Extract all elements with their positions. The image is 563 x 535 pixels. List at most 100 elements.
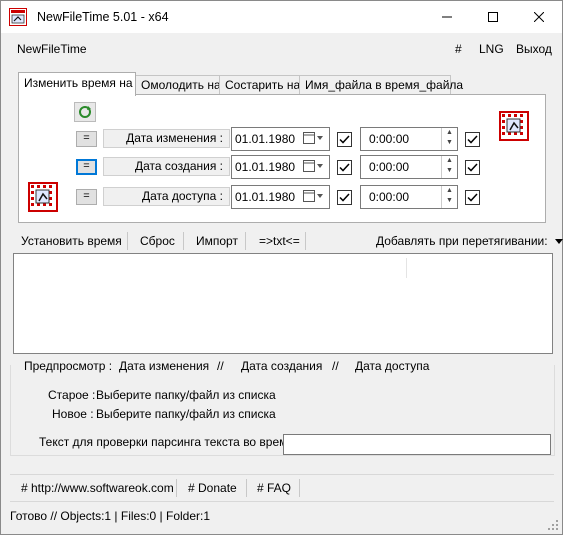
- parse-label: Текст для проверки парсинга текста во вр…: [39, 435, 294, 449]
- calendar-dropdown-icon: [303, 132, 323, 144]
- app-logo-left: [28, 182, 58, 212]
- modified-time-value: 0:00:00: [369, 132, 410, 146]
- import-button[interactable]: Импорт: [196, 234, 238, 248]
- new-value: Выберите папку/файл из списка: [96, 407, 276, 421]
- chevron-down-icon: [554, 239, 563, 244]
- spin-down-icon: ▼: [446, 167, 453, 174]
- preview-header: Предпросмотр : Дата изменения // Дата со…: [10, 356, 554, 376]
- created-time-value: 0:00:00: [369, 160, 410, 174]
- tab-filename-to-time[interactable]: Имя_файла в время_файла: [299, 75, 463, 95]
- accessed-time-picker[interactable]: 0:00:00 ▲ ▼: [360, 185, 458, 209]
- accessed-label: Дата доступа :: [103, 187, 230, 206]
- menu-bar: NewFileTime # LNG Выход: [1, 34, 562, 62]
- close-button[interactable]: [516, 1, 562, 33]
- status-bar: Готово // Objects:1 | Files:0 | Folder:1: [1, 504, 562, 534]
- spin-down-icon: ▼: [446, 139, 453, 146]
- menu-exit[interactable]: Выход: [516, 42, 552, 56]
- drag-add-label: Добавлять при перетягивании:: [376, 234, 548, 248]
- preview-accessed[interactable]: Дата доступа: [355, 359, 429, 373]
- close-icon: [534, 12, 544, 22]
- reset-button[interactable]: Сброс: [140, 234, 175, 248]
- minimize-icon: [442, 16, 452, 18]
- divider: [10, 501, 554, 502]
- links-divider: [246, 479, 247, 497]
- accessed-date-value: 01.01.1980: [235, 190, 296, 204]
- accessed-time-checkbox[interactable]: [465, 190, 480, 205]
- faq-link[interactable]: # FAQ: [257, 481, 291, 495]
- preview-label: Предпросмотр :: [24, 359, 115, 373]
- links-bar: # http://www.softwareok.com # Donate # F…: [10, 478, 554, 498]
- maximize-icon: [488, 12, 498, 22]
- old-label: Старое :: [48, 388, 96, 402]
- checkmark-icon: [339, 135, 350, 144]
- refresh-icon: [79, 106, 91, 118]
- minimize-button[interactable]: [424, 1, 470, 33]
- created-date-checkbox[interactable]: [337, 160, 352, 175]
- app-window: NewFileTime 5.01 - x64 NewFileTime # LNG…: [0, 0, 563, 535]
- time-spinner[interactable]: ▲ ▼: [441, 128, 457, 150]
- toolbar-divider: [127, 232, 128, 250]
- modified-date-value: 01.01.1980: [235, 132, 296, 146]
- divider: [10, 474, 554, 475]
- toolbar-divider: [183, 232, 184, 250]
- created-time-picker[interactable]: 0:00:00 ▲ ▼: [360, 155, 458, 179]
- calendar-dropdown-icon: [303, 190, 323, 202]
- action-toolbar: Установить время Сброс Импорт =>txt<= До…: [10, 231, 563, 251]
- accessed-date-picker[interactable]: 01.01.1980: [231, 185, 330, 209]
- created-time-checkbox[interactable]: [465, 160, 480, 175]
- refresh-button[interactable]: [74, 102, 96, 122]
- set-accessed-button[interactable]: =: [76, 189, 97, 205]
- modified-time-picker[interactable]: 0:00:00 ▲ ▼: [360, 127, 458, 151]
- status-text: Готово // Objects:1 | Files:0 | Folder:1: [10, 509, 211, 523]
- checkmark-icon: [467, 163, 478, 172]
- time-spinner[interactable]: ▲ ▼: [441, 156, 457, 178]
- checkmark-icon: [339, 163, 350, 172]
- donate-link[interactable]: # Donate: [188, 481, 237, 495]
- list-column-divider: [406, 258, 407, 278]
- spin-up-icon: ▲: [446, 157, 453, 164]
- spin-up-icon: ▲: [446, 129, 453, 136]
- spin-down-icon: ▼: [446, 197, 453, 204]
- preview-created[interactable]: Дата создания: [241, 359, 322, 373]
- set-time-button[interactable]: Установить время: [21, 234, 122, 248]
- preview-modified[interactable]: Дата изменения: [119, 359, 209, 373]
- calendar-dropdown-icon: [303, 160, 323, 172]
- checkmark-icon: [467, 135, 478, 144]
- tab-set-time[interactable]: Изменить время на: [18, 72, 136, 96]
- menu-language[interactable]: LNG: [479, 42, 504, 56]
- new-label: Новое :: [52, 407, 94, 421]
- accessed-date-checkbox[interactable]: [337, 190, 352, 205]
- menu-app[interactable]: NewFileTime: [17, 42, 87, 56]
- app-logo-right: [499, 111, 529, 141]
- toolbar-divider: [305, 232, 306, 250]
- checkmark-icon: [339, 193, 350, 202]
- maximize-button[interactable]: [470, 1, 516, 33]
- time-spinner[interactable]: ▲ ▼: [441, 186, 457, 208]
- title-bar: NewFileTime 5.01 - x64: [1, 1, 562, 33]
- website-link[interactable]: # http://www.softwareok.com: [21, 481, 174, 495]
- toolbar-divider: [245, 232, 246, 250]
- modified-date-picker[interactable]: 01.01.1980: [231, 127, 330, 151]
- created-date-picker[interactable]: 01.01.1980: [231, 155, 330, 179]
- file-list[interactable]: [13, 253, 553, 354]
- resize-grip-icon[interactable]: [548, 520, 558, 530]
- checkmark-icon: [467, 193, 478, 202]
- parse-input[interactable]: [283, 434, 551, 455]
- links-divider: [176, 479, 177, 497]
- tab-older[interactable]: Состарить на: [219, 75, 301, 95]
- created-date-value: 01.01.1980: [235, 160, 296, 174]
- window-title: NewFileTime 5.01 - x64: [37, 10, 169, 24]
- menu-hash[interactable]: #: [455, 42, 462, 56]
- modified-time-checkbox[interactable]: [465, 132, 480, 147]
- set-modified-button[interactable]: =: [76, 131, 97, 147]
- preview-separator: //: [217, 359, 224, 373]
- modified-date-checkbox[interactable]: [337, 132, 352, 147]
- old-value: Выберите папку/файл из списка: [96, 388, 276, 402]
- set-created-button[interactable]: =: [76, 159, 97, 175]
- spin-up-icon: ▲: [446, 187, 453, 194]
- tab-younger[interactable]: Омолодить на: [135, 75, 221, 95]
- links-divider: [299, 479, 300, 497]
- drag-add-dropdown[interactable]: Добавлять при перетягивании:: [376, 234, 563, 248]
- preview-separator: //: [332, 359, 339, 373]
- txt-button[interactable]: =>txt<=: [259, 234, 300, 248]
